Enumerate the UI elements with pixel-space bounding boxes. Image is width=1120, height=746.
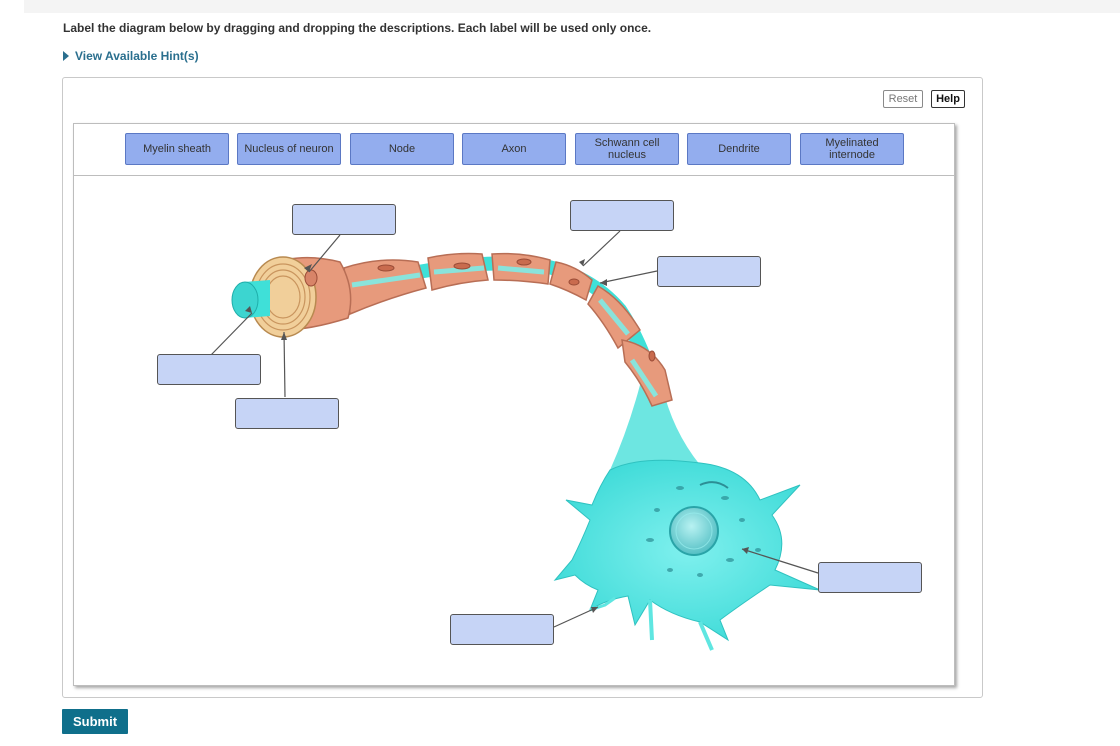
drop-target-7[interactable] [450,614,554,645]
drop-target-6[interactable] [818,562,922,593]
drop-target-4[interactable] [157,354,261,385]
drop-target-1[interactable] [292,204,396,235]
submit-button[interactable]: Submit [62,709,128,734]
drop-target-5[interactable] [235,398,339,429]
drop-target-2[interactable] [570,200,674,231]
drop-target-3[interactable] [657,256,761,287]
